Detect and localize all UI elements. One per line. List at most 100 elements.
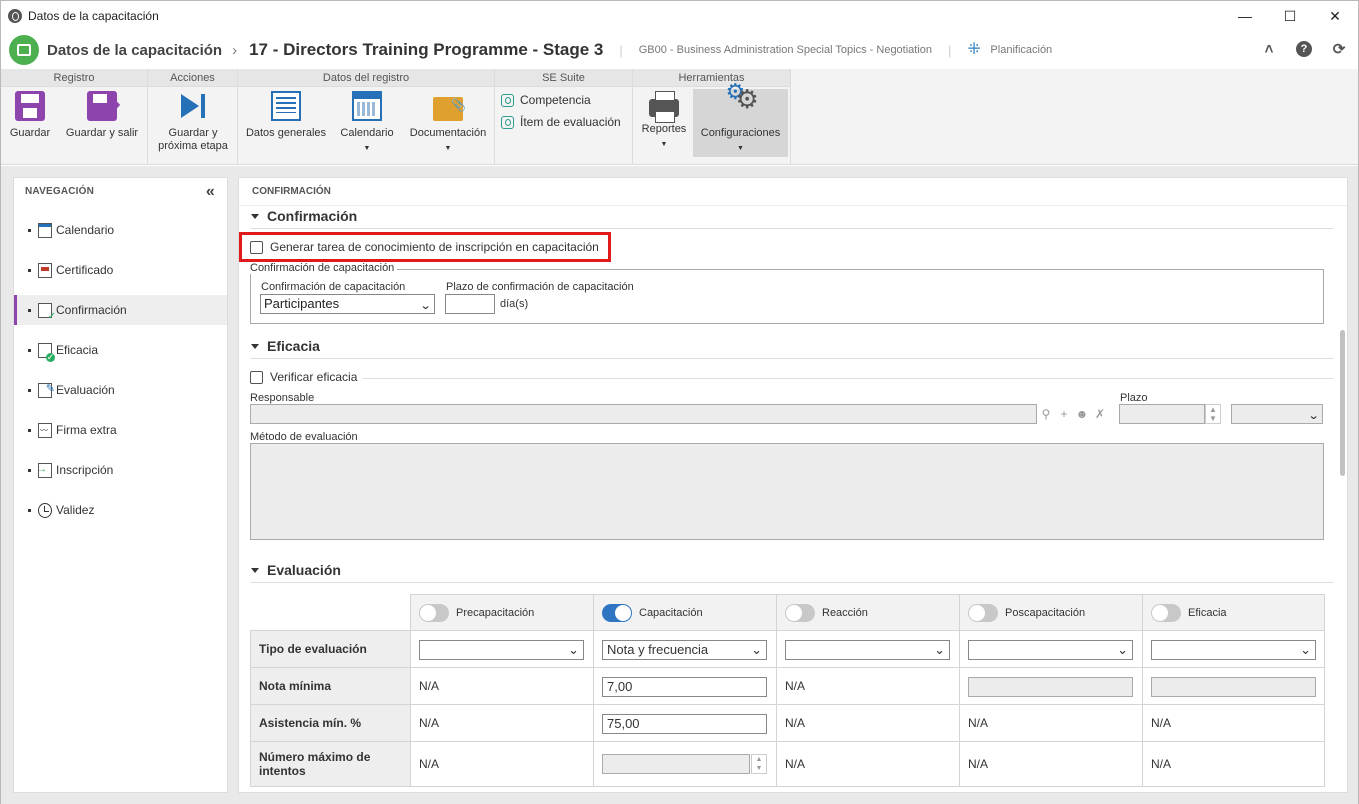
deadline-input[interactable] <box>445 294 495 314</box>
nav-item-confirmacion[interactable]: Confirmación <box>14 295 227 325</box>
table-cell: N/A <box>959 704 1143 742</box>
minimize-button[interactable]: — <box>1222 1 1268 31</box>
confirmation-icon <box>38 302 56 322</box>
save-button[interactable]: Guardar <box>5 91 55 140</box>
maximize-button[interactable]: ☐ <box>1267 1 1313 31</box>
nav-item-calendario[interactable]: Calendario <box>14 215 227 245</box>
nav-item-label: Evaluación <box>56 383 115 397</box>
divider: | <box>948 42 952 58</box>
verify-effectiveness-checkbox[interactable]: Verificar eficacia <box>250 370 357 384</box>
section-evaluacion[interactable]: Evaluación <box>251 562 341 578</box>
nav-item-inscripcion[interactable]: Inscripción <box>14 455 227 485</box>
nav-item-firma-extra[interactable]: Firma extra <box>14 415 227 445</box>
nav-item-label: Firma extra <box>56 423 117 437</box>
clock-icon <box>38 502 52 518</box>
collapse-up-icon[interactable]: ˄ <box>1259 39 1279 59</box>
evaluation-type-select[interactable]: ⌄ <box>968 640 1133 660</box>
evaluation-item-link[interactable]: Ítem de evaluación <box>501 115 621 129</box>
nav-item-label: Inscripción <box>56 463 114 477</box>
toggle-switch[interactable] <box>1151 603 1181 622</box>
save-next-stage-button[interactable]: Guardar y próxima etapa <box>153 91 233 153</box>
evaluation-type-select[interactable]: ⌄ <box>419 640 584 660</box>
general-data-label: Datos generales <box>245 127 327 139</box>
column-label: Precapacitación <box>456 606 535 619</box>
reports-button[interactable]: Reportes ▼ <box>637 91 691 151</box>
user-icon[interactable]: ☻ <box>1074 406 1090 422</box>
table-cell: N/A <box>959 741 1143 787</box>
confirmation-select[interactable]: Participantes ⌄ <box>260 294 435 314</box>
evaluation-type-select[interactable]: ⌄ <box>785 640 950 660</box>
course-title: GB00 - Business Administration Special T… <box>638 44 933 56</box>
toggle-switch[interactable] <box>602 603 632 622</box>
divider <box>251 228 1333 229</box>
nav-item-certificado[interactable]: Certificado <box>14 255 227 285</box>
table-cell: ⌄ <box>1142 630 1325 668</box>
min-grade-input[interactable] <box>1151 677 1316 697</box>
evaluation-type-select[interactable]: Nota y frecuencia ⌄ <box>602 640 767 660</box>
table-cell: N/A <box>776 667 960 705</box>
generate-task-checkbox[interactable]: Generar tarea de conocimiento de inscrip… <box>250 240 599 254</box>
column-label: Reacción <box>822 606 868 619</box>
save-next-label-1: Guardar y <box>168 127 218 139</box>
help-icon[interactable]: ? <box>1294 39 1314 59</box>
app-icon <box>8 9 22 23</box>
toggle-switch[interactable] <box>785 603 815 622</box>
table-cell: N/A <box>1142 704 1325 742</box>
row-label: Asistencia mín. % <box>250 704 411 742</box>
section-eficacia[interactable]: Eficacia <box>251 338 320 354</box>
term-unit-select[interactable]: ⌄ <box>1231 404 1323 424</box>
ribbon-group-label: Herramientas <box>633 69 790 87</box>
min-grade-input[interactable] <box>968 677 1133 697</box>
col-capacitacion: Capacitación <box>593 594 777 631</box>
calendar-icon <box>38 222 52 238</box>
refresh-icon[interactable]: ⟳ <box>1329 39 1349 59</box>
nav-item-validez[interactable]: Validez <box>14 495 227 525</box>
table-row: Precapacitación Capacitación Reacción Po… <box>250 594 1325 631</box>
confirmation-value: Participantes <box>264 296 340 311</box>
close-button[interactable]: ✕ <box>1312 1 1358 31</box>
responsible-input[interactable] <box>250 404 1037 424</box>
caret-down-icon: ▼ <box>660 141 668 148</box>
max-attempts-input[interactable] <box>602 754 750 774</box>
save-and-exit-button[interactable]: Guardar y salir <box>61 91 143 140</box>
collapse-left-icon[interactable]: « <box>206 178 215 206</box>
chevron-down-icon: ⌄ <box>568 642 579 657</box>
documentation-button[interactable]: Documentación ▼ <box>406 91 490 155</box>
table-cell: N/A <box>410 741 594 787</box>
ribbon-group-registro: Registro Guardar Guardar y salir <box>1 69 148 165</box>
min-attendance-input[interactable]: 75,00 <box>602 714 767 734</box>
min-grade-input[interactable]: 7,00 <box>602 677 767 697</box>
spinner-icon[interactable]: ▲ ▼ <box>751 754 767 774</box>
calendar-button[interactable]: Calendario ▼ <box>336 91 398 155</box>
search-icon[interactable]: ⚲ <box>1038 406 1054 422</box>
spinner-icon[interactable]: ▲ ▼ <box>1205 404 1221 424</box>
method-textarea[interactable] <box>250 443 1324 540</box>
method-label: Método de evaluación <box>250 431 358 443</box>
nav-item-eficacia[interactable]: Eficacia <box>14 335 227 365</box>
save-next-label-2: próxima etapa <box>158 140 228 152</box>
section-confirmacion[interactable]: Confirmación <box>251 208 357 224</box>
clear-icon[interactable]: ✗ <box>1092 406 1108 422</box>
vertical-scrollbar[interactable] <box>1340 330 1345 476</box>
evaluation-type-select[interactable]: ⌄ <box>1151 640 1316 660</box>
add-icon[interactable]: + <box>1056 406 1072 422</box>
checkbox[interactable] <box>250 240 263 254</box>
caret-down-icon: ▼ <box>363 145 371 152</box>
checkbox-label: Generar tarea de conocimiento de inscrip… <box>270 240 599 254</box>
toggle-switch[interactable] <box>419 603 449 622</box>
breadcrumb-module[interactable]: Datos de la capacitación <box>47 42 222 59</box>
general-data-button[interactable]: Datos generales <box>244 91 328 140</box>
settings-button[interactable]: Configuraciones ▼ <box>693 85 788 157</box>
nav-item-label: Calendario <box>56 223 115 237</box>
nav-item-evaluacion[interactable]: Evaluación <box>14 375 227 405</box>
toggle-switch[interactable] <box>968 603 998 622</box>
competencia-link[interactable]: Competencia <box>501 93 591 107</box>
collapse-triangle-icon <box>251 213 259 219</box>
evaluation-table: Precapacitación Capacitación Reacción Po… <box>250 594 1325 787</box>
table-cell <box>959 667 1143 705</box>
table-cell <box>1142 667 1325 705</box>
col-reaccion: Reacción <box>776 594 960 631</box>
checkbox[interactable] <box>250 370 263 384</box>
term-input[interactable] <box>1119 404 1205 424</box>
table-cell: N/A <box>776 741 960 787</box>
